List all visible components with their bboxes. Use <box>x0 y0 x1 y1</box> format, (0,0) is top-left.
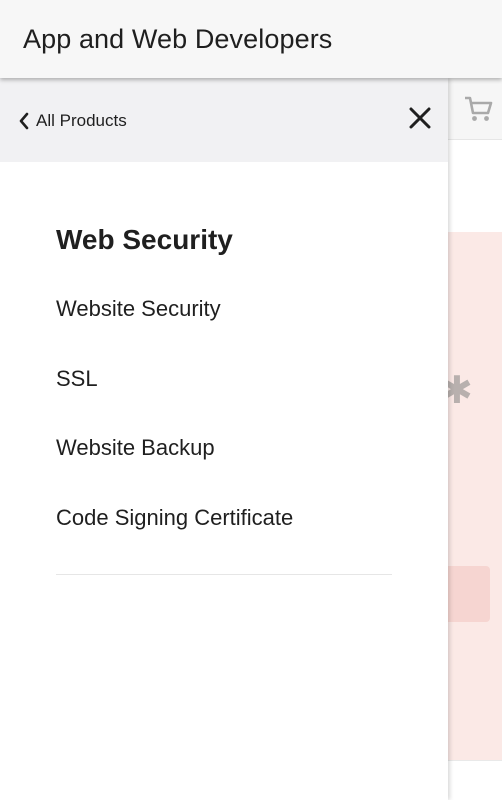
menu-item-ssl[interactable]: SSL <box>56 367 392 438</box>
close-icon <box>409 107 431 134</box>
all-products-back-link[interactable]: All Products <box>18 108 127 134</box>
menu-list: Website Security SSL Website Backup Code… <box>56 298 392 576</box>
app-title-bar: App and Web Developers <box>0 0 502 78</box>
menu-item-website-security[interactable]: Website Security <box>56 298 392 368</box>
drawer-header: All Products <box>0 78 448 162</box>
product-menu-drawer: All Products Web Security Website Securi… <box>0 78 448 800</box>
menu-item-code-signing-certificate[interactable]: Code Signing Certificate <box>56 506 392 577</box>
section-title: Web Security <box>56 224 233 255</box>
divider <box>56 574 392 575</box>
app-title: App and Web Developers <box>23 23 333 54</box>
close-button[interactable] <box>404 104 436 136</box>
back-link-label: All Products <box>36 111 127 130</box>
cart-icon[interactable] <box>462 94 494 124</box>
menu-item-website-backup[interactable]: Website Backup <box>56 437 392 507</box>
chevron-left-icon <box>18 112 30 130</box>
